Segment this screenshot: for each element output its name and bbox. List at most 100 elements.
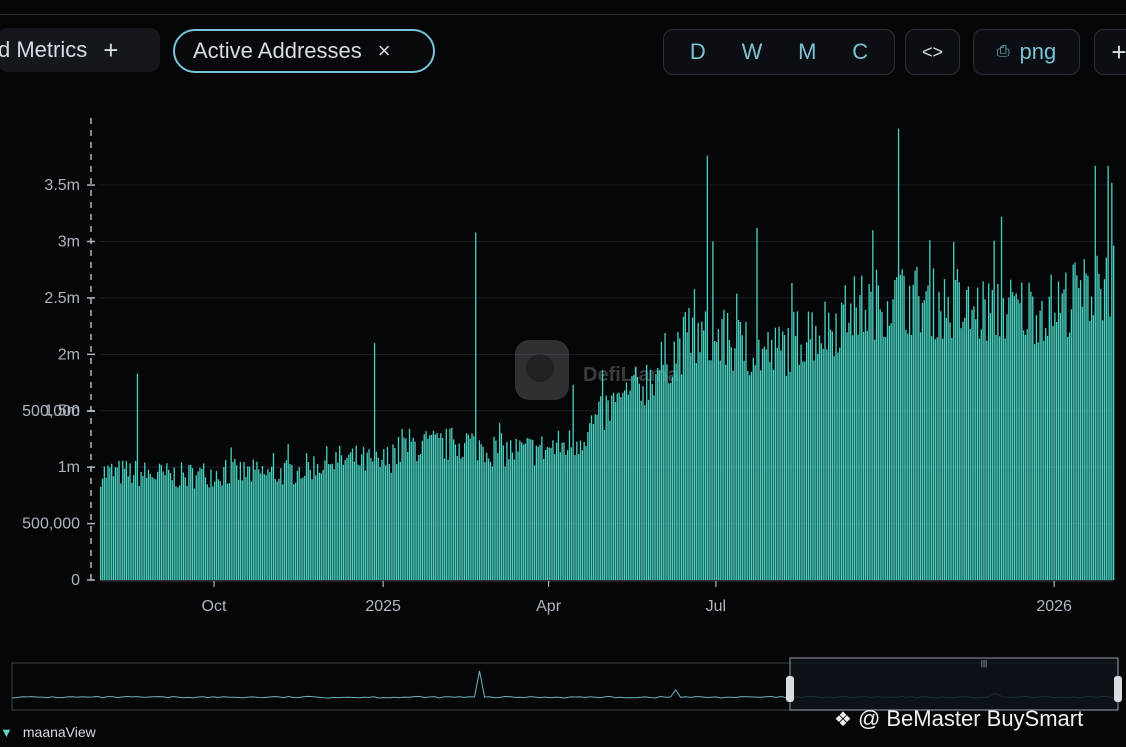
bar (487, 458, 490, 580)
overview-navigator[interactable]: ||| (11, 657, 1122, 711)
range-handle-left[interactable] (786, 676, 794, 702)
bar (888, 325, 891, 580)
bar (326, 446, 328, 580)
bar (594, 414, 596, 580)
bar (750, 371, 753, 580)
bar (546, 447, 549, 580)
bar (555, 442, 558, 580)
bar (407, 451, 409, 580)
bar (578, 453, 580, 580)
bar (436, 432, 438, 580)
bar (1068, 332, 1071, 580)
bar (425, 431, 427, 580)
bar (335, 452, 337, 580)
bar (329, 464, 332, 580)
bar (307, 462, 310, 580)
bar (684, 312, 686, 580)
bar (1094, 165, 1096, 580)
bar (570, 447, 572, 580)
bar (925, 291, 927, 580)
bar (612, 392, 615, 580)
bar (730, 347, 732, 580)
bar (164, 475, 166, 580)
bar (765, 349, 767, 580)
bar (112, 476, 115, 580)
bar (611, 395, 613, 580)
bar (101, 478, 104, 580)
bar (182, 472, 185, 580)
bar (515, 438, 517, 580)
bar (252, 459, 254, 580)
bar (107, 465, 109, 580)
bar (454, 444, 457, 580)
bar (473, 436, 475, 580)
bar (885, 337, 887, 580)
bar (982, 281, 984, 580)
bar (388, 464, 390, 580)
bar (381, 459, 383, 580)
bar (581, 450, 583, 580)
bar (772, 369, 775, 580)
bar (296, 470, 299, 580)
bar (324, 460, 326, 580)
bar (267, 469, 269, 580)
bar (886, 301, 889, 580)
bar (589, 423, 591, 580)
bar (929, 240, 931, 580)
bar (300, 478, 302, 580)
bar (658, 370, 661, 580)
bar (359, 465, 361, 580)
bar (967, 286, 970, 580)
defillama-watermark: DefiLlama (515, 340, 679, 400)
bar (147, 469, 150, 580)
bar (423, 434, 425, 580)
bar (190, 464, 192, 580)
bar (945, 317, 948, 580)
bar (449, 428, 451, 580)
bar (951, 337, 953, 580)
bar (782, 331, 784, 580)
bar (506, 441, 508, 580)
bar (695, 363, 697, 580)
bar (805, 342, 808, 580)
bar (541, 436, 543, 580)
bar (228, 483, 231, 580)
x-tick-label: 2025 (365, 598, 401, 615)
bar (1013, 296, 1016, 580)
bar (783, 334, 786, 580)
bar (715, 342, 718, 580)
bar (1089, 320, 1091, 580)
bar (495, 440, 497, 580)
bar (375, 451, 378, 580)
bar (155, 479, 157, 580)
bar (559, 452, 561, 580)
bar (383, 449, 385, 580)
bar (480, 444, 482, 580)
bar (962, 321, 964, 580)
bar (215, 470, 218, 580)
bar (601, 370, 604, 580)
bar (861, 275, 863, 580)
bar (127, 476, 129, 580)
bar (504, 466, 506, 580)
range-handle-right[interactable] (1114, 676, 1122, 702)
bar (318, 472, 321, 580)
bar (427, 438, 429, 580)
bar (1109, 316, 1111, 580)
bar (204, 477, 207, 580)
bar (212, 486, 214, 580)
bar (609, 420, 611, 580)
bar (333, 469, 335, 580)
bar (1057, 281, 1060, 580)
bar (535, 445, 538, 580)
bar (1087, 275, 1089, 580)
bar (748, 375, 751, 580)
bar (934, 339, 936, 580)
bar (986, 340, 988, 580)
bar (225, 459, 227, 580)
bar (1067, 336, 1069, 580)
bar (122, 460, 124, 580)
bar (896, 277, 898, 580)
bar (987, 283, 990, 580)
bar (976, 287, 979, 580)
